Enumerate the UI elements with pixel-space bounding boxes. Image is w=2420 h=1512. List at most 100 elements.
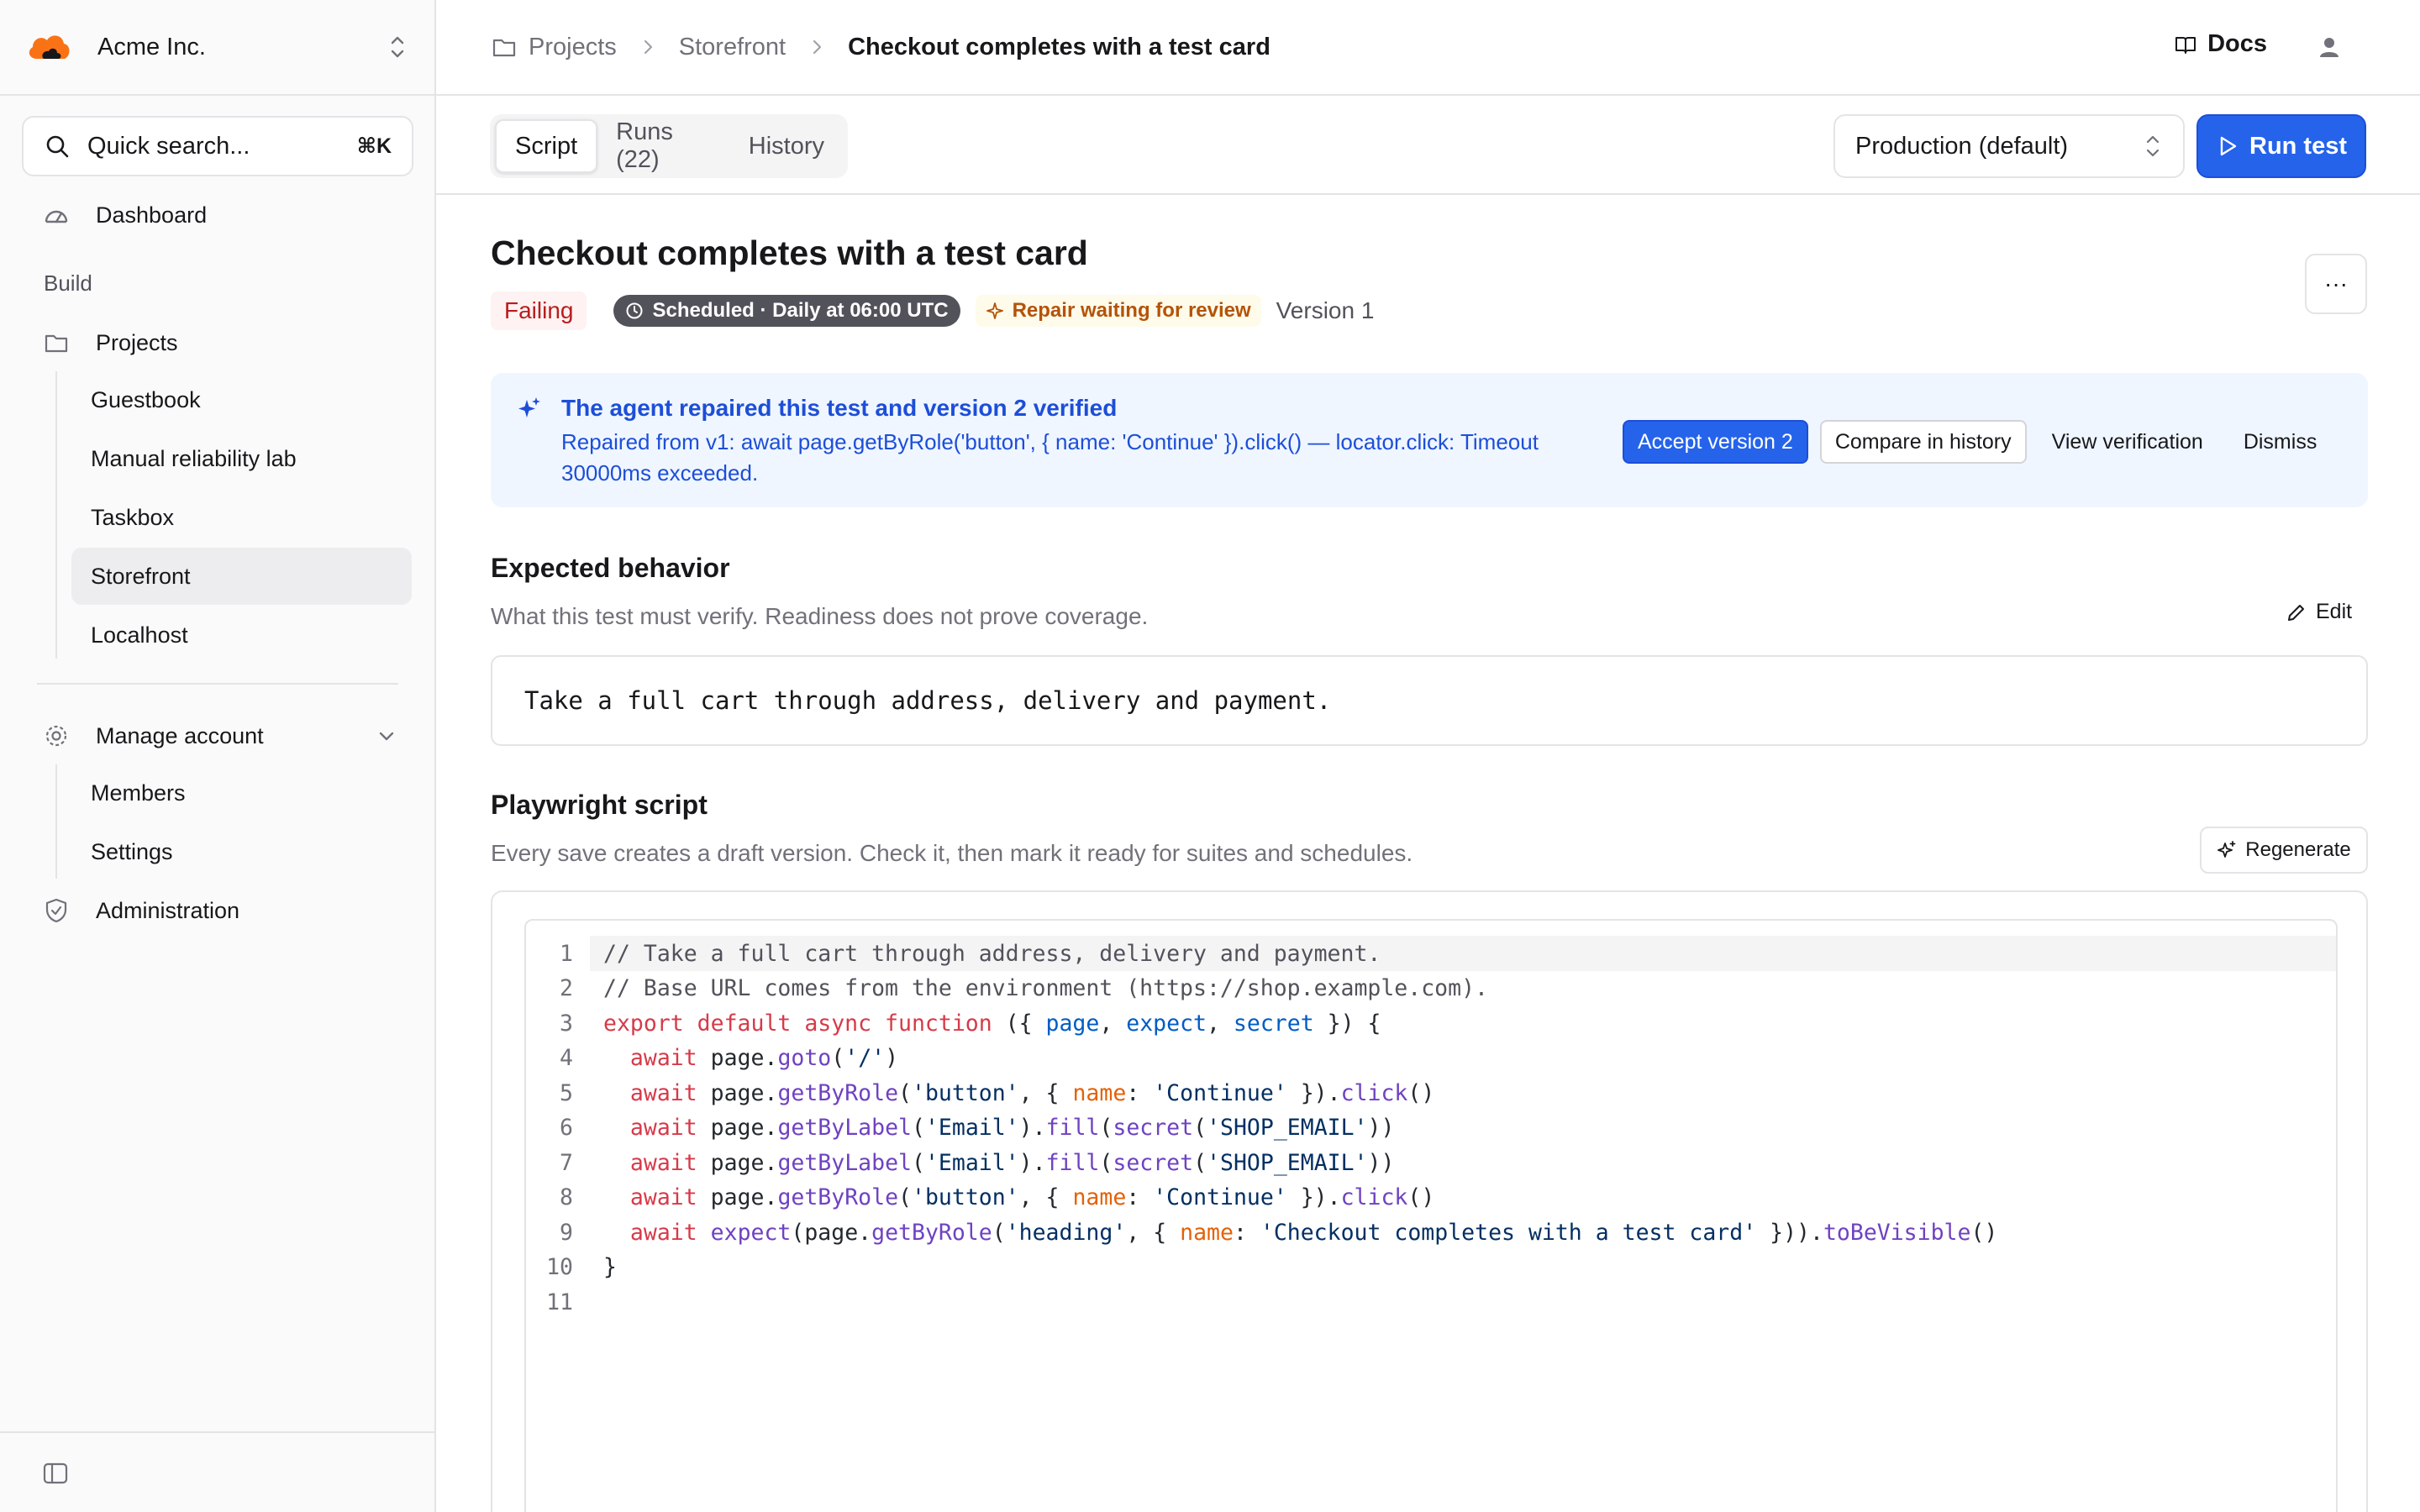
user-icon[interactable]: [2316, 34, 2343, 60]
expected-behavior-description: What this test must verify. Readiness do…: [491, 603, 1149, 629]
line-number: 3: [560, 1010, 573, 1037]
sidebar: Acme Inc. Quick search... ⌘K Dashboard B…: [0, 0, 436, 1512]
sidebar-item-settings[interactable]: Settings: [71, 823, 412, 880]
sidebar-item-members[interactable]: Members: [71, 764, 412, 822]
gear-icon: [42, 722, 71, 750]
breadcrumb: Projects Storefront Checkout completes w…: [492, 34, 1270, 61]
accept-version-button[interactable]: Accept version 2: [1623, 420, 1808, 464]
edit-button[interactable]: Edit: [2286, 600, 2352, 624]
sidebar-item-label: Projects: [96, 329, 178, 355]
more-actions-button[interactable]: ···: [2305, 254, 2367, 314]
code-text: // Take a full cart through address, del…: [590, 936, 2336, 971]
folder-icon: [492, 39, 516, 57]
repair-badge: Repair waiting for review: [975, 295, 1261, 327]
sidebar-item-dashboard[interactable]: Dashboard: [24, 186, 412, 244]
chevron-right-icon: [644, 39, 652, 55]
code-text: await page. getByRole('button', { name: '…: [629, 1184, 1435, 1210]
sidebar-divider: [37, 683, 398, 685]
org-switcher[interactable]: Acme Inc.: [0, 0, 434, 96]
tab-history[interactable]: History: [730, 119, 843, 173]
code-text: }: [603, 1254, 617, 1280]
sidebar-project-storefront[interactable]: Storefront: [71, 548, 412, 605]
code-line: 9 await expect (page. getByRole('heading',…: [526, 1215, 2336, 1250]
code-text: // Base URL comes from the environment (…: [603, 975, 1488, 1001]
edit-label: Edit: [2316, 600, 2353, 623]
sidebar-project-taskbox[interactable]: Taskbox: [71, 489, 412, 546]
schedule-label: Scheduled · Daily at 06:00 UTC: [652, 299, 949, 322]
breadcrumb-projects[interactable]: Projects: [492, 34, 617, 61]
code-text: await page. goto('/'): [629, 1045, 899, 1071]
expected-behavior-text[interactable]: Take a full cart through address, delive…: [491, 655, 2368, 746]
code-line: 2 // Base URL comes from the environment …: [526, 971, 2336, 1006]
docs-link[interactable]: Docs: [2174, 30, 2267, 58]
code-line: 1 // Take a full cart through address, de…: [526, 936, 2336, 971]
line-number: 5: [560, 1079, 573, 1106]
line-number: 4: [560, 1045, 573, 1071]
sidebar-item-manage-account[interactable]: Manage account: [24, 707, 412, 764]
repair-label: Repair waiting for review: [1012, 299, 1251, 322]
environment-value: Production (default): [1855, 132, 2069, 160]
search-shortcut: ⌘K: [356, 134, 392, 158]
quick-search[interactable]: Quick search... ⌘K: [22, 116, 413, 176]
book-open-icon: [2175, 36, 2196, 54]
code-text: await page. getByLabel('Email'). fill(secr…: [629, 1149, 1395, 1176]
schedule-badge: Scheduled · Daily at 06:00 UTC: [613, 295, 960, 327]
sidebar-project-localhost[interactable]: Localhost: [71, 606, 412, 664]
script-card: 1 // Take a full cart through address, de…: [491, 890, 2368, 1512]
status-row: Failing Scheduled · Daily at 06:00 UTC R…: [491, 291, 1375, 330]
projects-rail: [55, 371, 57, 659]
sidebar-project-manual-reliability-lab[interactable]: Manual reliability lab: [71, 430, 412, 487]
play-icon: [2220, 136, 2237, 156]
line-number: 9: [560, 1219, 573, 1246]
sidebar-item-label: Dashboard: [96, 202, 208, 228]
page-title: Checkout completes with a test card: [491, 234, 1088, 272]
code-line: 3 export default async function ({ page, …: [526, 1005, 2336, 1041]
section-build: Build: [44, 270, 92, 296]
sidebar-item-administration[interactable]: Administration: [24, 882, 412, 939]
code-line: 10}: [526, 1250, 2336, 1285]
regenerate-button[interactable]: Regenerate: [2200, 827, 2368, 874]
line-number: 11: [546, 1289, 573, 1315]
cloud-logo-icon: [29, 35, 70, 59]
folder-icon: [42, 328, 71, 357]
tab-script[interactable]: Script: [495, 119, 598, 173]
version-label: Version 1: [1276, 297, 1375, 323]
search-placeholder: Quick search...: [87, 132, 250, 160]
code-line: 8 await page. getByRole('button', { name:…: [526, 1180, 2336, 1215]
code-line: 5 await page. getByRole('button', { name:…: [526, 1075, 2336, 1110]
breadcrumb-storefront[interactable]: Storefront: [679, 34, 786, 61]
sidebar-footer-divider: [0, 1431, 434, 1433]
run-test-button[interactable]: Run test: [2196, 114, 2366, 178]
sidebar-item-projects[interactable]: Projects: [24, 314, 412, 371]
shield-check-icon: [42, 896, 71, 925]
sidebar-project-guestbook[interactable]: Guestbook: [71, 371, 412, 428]
gauge-icon: [42, 201, 71, 229]
line-number: 8: [560, 1184, 573, 1210]
sidebar-toggle-icon[interactable]: [42, 1460, 69, 1487]
playwright-script-title: Playwright script: [491, 790, 708, 820]
code-line: 7 await page. getByLabel('Email'). fill(se…: [526, 1145, 2336, 1180]
dismiss-button[interactable]: Dismiss: [2244, 420, 2317, 464]
code-line: 6 await page. getByLabel('Email'). fill(se…: [526, 1110, 2336, 1146]
chevron-down-icon: [379, 732, 394, 741]
code-text: await page. getByRole('button', { name: '…: [629, 1079, 1435, 1106]
view-verification-button[interactable]: View verification: [2052, 420, 2203, 464]
repair-alert: The agent repaired this test and version…: [491, 373, 2368, 507]
clock-icon: [626, 302, 643, 319]
tab-runs[interactable]: Runs (22): [597, 118, 730, 173]
code-editor[interactable]: 1 // Take a full cart through address, de…: [524, 919, 2338, 1512]
run-test-label: Run test: [2249, 132, 2347, 160]
chevron-right-icon: [813, 39, 822, 55]
sidebar-item-label: Manage account: [96, 722, 264, 748]
line-number: 2: [560, 975, 573, 1001]
sidebar-item-label: Administration: [96, 897, 240, 923]
code-text: await expect (page. getByRole('heading', {…: [629, 1219, 1998, 1246]
compare-history-button[interactable]: Compare in history: [1819, 420, 2027, 464]
sparkles-icon: [518, 397, 540, 417]
code-text: await page. getByLabel('Email'). fill(secr…: [629, 1115, 1395, 1141]
regenerate-label: Regenerate: [2245, 838, 2351, 861]
expected-behavior-title: Expected behavior: [491, 553, 730, 583]
tab-list: Script Runs (22) History: [490, 114, 848, 178]
environment-select[interactable]: Production (default): [1833, 114, 2185, 178]
